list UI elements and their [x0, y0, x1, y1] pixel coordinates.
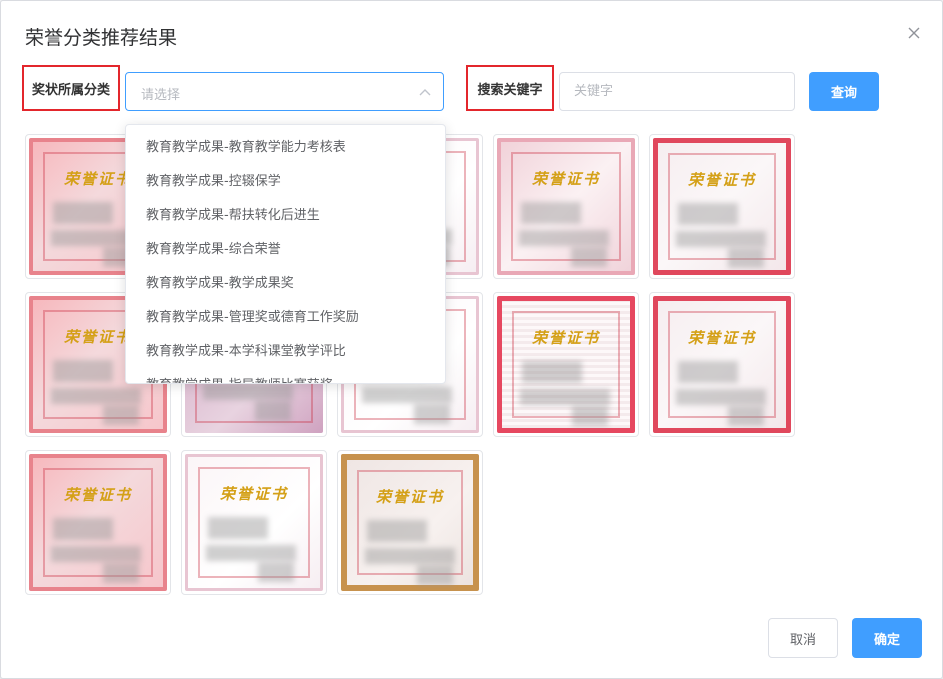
certificate-thumbnail[interactable]: 荣誉证书 [337, 450, 483, 595]
confirm-button[interactable]: 确定 [852, 618, 922, 658]
dropdown-option[interactable]: 教育教学成果-控辍保学 [126, 165, 445, 199]
redacted-text [53, 360, 113, 382]
certificate-heading: 荣誉证书 [531, 329, 600, 347]
certificate-heading: 荣誉证书 [687, 171, 756, 189]
certificate-thumbnail[interactable]: 荣誉证书 [493, 134, 639, 279]
redacted-text [678, 361, 738, 383]
dropdown-option[interactable]: 教育教学成果-指导教师比赛获奖 [126, 369, 445, 383]
certificate-image: 荣誉证书 [497, 296, 635, 433]
category-label: 奖状所属分类 [22, 65, 120, 111]
redacted-text [414, 404, 450, 424]
keyword-input[interactable] [559, 72, 795, 111]
redacted-text [103, 563, 139, 583]
certificate-image: 荣誉证书 [653, 296, 791, 433]
redacted-text [417, 565, 453, 585]
redacted-text [522, 361, 582, 383]
category-select-placeholder: 请选择 [141, 88, 181, 103]
dropdown-option[interactable]: 教育教学成果-教育教学能力考核表 [126, 131, 445, 165]
redacted-text [362, 387, 452, 403]
redacted-text [103, 405, 139, 425]
certificate-thumbnail[interactable]: 荣誉证书 [493, 292, 639, 437]
dialog-title: 荣誉分类推荐结果 [25, 27, 178, 49]
redacted-text [571, 247, 607, 267]
redacted-text [520, 389, 610, 405]
dropdown-option[interactable]: 教育教学成果-综合荣誉 [126, 233, 445, 267]
redacted-text [519, 230, 609, 246]
redacted-text [676, 389, 766, 405]
dropdown-option[interactable]: 教育教学成果-本学科课堂教学评比 [126, 335, 445, 369]
chevron-up-icon [419, 89, 431, 96]
certificate-image: 荣誉证书 [653, 138, 791, 275]
redacted-text [728, 248, 764, 268]
redacted-text [521, 202, 581, 224]
certificate-heading: 荣誉证书 [219, 485, 288, 503]
dropdown-option[interactable]: 教育教学成果-教学成果奖 [126, 267, 445, 301]
certificate-thumbnail[interactable]: 荣誉证书 [649, 134, 795, 279]
certificate-thumbnail[interactable]: 荣誉证书 [649, 292, 795, 437]
certificate-image: 荣誉证书 [341, 454, 479, 591]
dropdown-option[interactable]: 教育教学成果-管理奖或德育工作奖励 [126, 301, 445, 335]
redacted-text [365, 548, 455, 564]
honor-recommendation-dialog: 荣誉分类推荐结果 奖状所属分类 请选择 搜索关键字 查询 荣誉证书荣誉证书荣誉证… [0, 0, 943, 679]
redacted-text [51, 546, 141, 562]
redacted-text [728, 406, 764, 426]
certificate-heading: 荣誉证书 [63, 486, 132, 504]
redacted-text [255, 401, 291, 421]
cancel-button[interactable]: 取消 [768, 618, 838, 658]
category-select[interactable]: 请选择 [125, 72, 444, 111]
close-icon[interactable] [906, 25, 922, 41]
certificate-image: 荣誉证书 [497, 138, 635, 275]
redacted-text [51, 388, 141, 404]
search-button[interactable]: 查询 [809, 72, 879, 111]
certificate-image: 荣誉证书 [185, 454, 323, 591]
certificate-heading: 荣誉证书 [375, 488, 444, 506]
redacted-text [676, 231, 766, 247]
redacted-text [208, 517, 268, 539]
certificate-thumbnail[interactable]: 荣誉证书 [181, 450, 327, 595]
certificate-image: 荣誉证书 [29, 454, 167, 591]
dropdown-option[interactable]: 教育教学成果-帮扶转化后进生 [126, 199, 445, 233]
redacted-text [258, 562, 294, 582]
redacted-text [206, 545, 296, 561]
redacted-text [53, 202, 113, 224]
redacted-text [678, 203, 738, 225]
certificate-heading: 荣誉证书 [687, 329, 756, 347]
redacted-text [53, 518, 113, 540]
keyword-label: 搜索关键字 [466, 65, 554, 111]
certificate-thumbnail[interactable]: 荣誉证书 [25, 450, 171, 595]
redacted-text [203, 384, 293, 400]
category-dropdown: 教育教学成果-教育教学能力考核表 教育教学成果-控辍保学 教育教学成果-帮扶转化后进… [125, 124, 446, 384]
redacted-text [572, 406, 608, 426]
certificate-heading: 荣誉证书 [531, 170, 600, 188]
redacted-text [367, 520, 427, 542]
